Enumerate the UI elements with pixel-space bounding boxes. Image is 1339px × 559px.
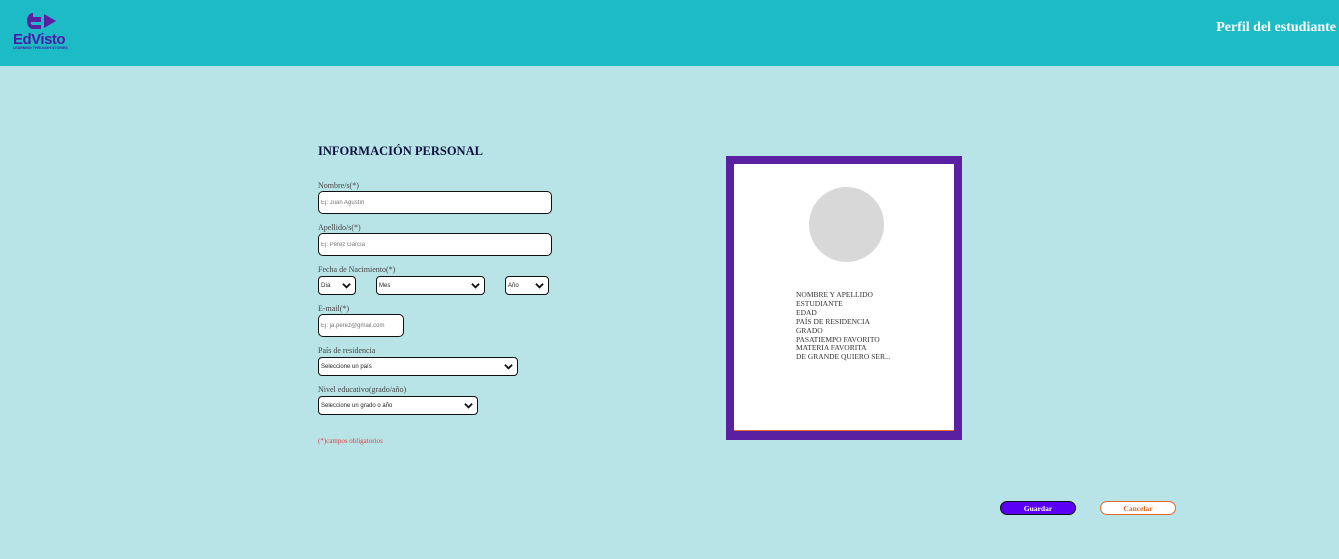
chevron-down-icon xyxy=(342,283,351,289)
save-button[interactable]: Guardar xyxy=(1000,501,1076,515)
country-select[interactable]: Seleccione un país xyxy=(318,357,518,376)
page-title: Perfil del estudiante xyxy=(1216,20,1336,35)
chevron-down-icon xyxy=(464,403,473,409)
email-label: E-mail(*) xyxy=(318,304,350,313)
chevron-down-icon xyxy=(471,283,480,289)
education-select[interactable]: Seleccione un grado o año xyxy=(318,396,478,415)
brand-name: EdVisto xyxy=(13,31,66,48)
profile-card-fields: NOMBRE Y APELLIDO ESTUDIANTE EDAD PAÍS D… xyxy=(796,290,891,362)
birth-date-label: Fecha de Nacimiento(*) xyxy=(318,265,396,274)
top-header-bar: EdVisto LEARNING THROUGH STORIES Perfil … xyxy=(0,0,1339,66)
edvisto-logo[interactable]: EdVisto LEARNING THROUGH STORIES xyxy=(13,12,77,54)
chevron-down-icon xyxy=(504,364,513,370)
country-value: Seleccione un país xyxy=(321,363,372,370)
first-name-input[interactable] xyxy=(318,191,552,214)
chevron-down-icon xyxy=(535,283,544,289)
required-fields-note: (*)campos obligatorios xyxy=(318,437,383,445)
birth-day-select[interactable]: Día xyxy=(318,276,356,295)
last-name-input[interactable] xyxy=(318,233,552,256)
birth-year-select[interactable]: Año xyxy=(505,276,549,295)
birth-day-value: Día xyxy=(321,282,331,289)
birth-year-value: Año xyxy=(508,282,519,289)
education-value: Seleccione un grado o año xyxy=(321,402,393,409)
cancel-button[interactable]: Cancelar xyxy=(1100,501,1176,515)
education-label: Nivel educativo(grado/año) xyxy=(318,385,407,394)
brand-tagline: LEARNING THROUGH STORIES xyxy=(13,46,68,50)
first-name-label: Nombre/s(*) xyxy=(318,181,359,190)
email-input[interactable] xyxy=(318,314,404,337)
last-name-label: Apellido/s(*) xyxy=(318,223,361,232)
birth-month-select[interactable]: Mes xyxy=(376,276,485,295)
avatar-placeholder xyxy=(809,187,884,262)
card-line: DE GRANDE QUIERO SER... xyxy=(796,352,891,362)
country-label: País de residencia xyxy=(318,346,376,355)
birth-month-value: Mes xyxy=(379,282,391,289)
section-title: INFORMACIÓN PERSONAL xyxy=(318,144,483,158)
